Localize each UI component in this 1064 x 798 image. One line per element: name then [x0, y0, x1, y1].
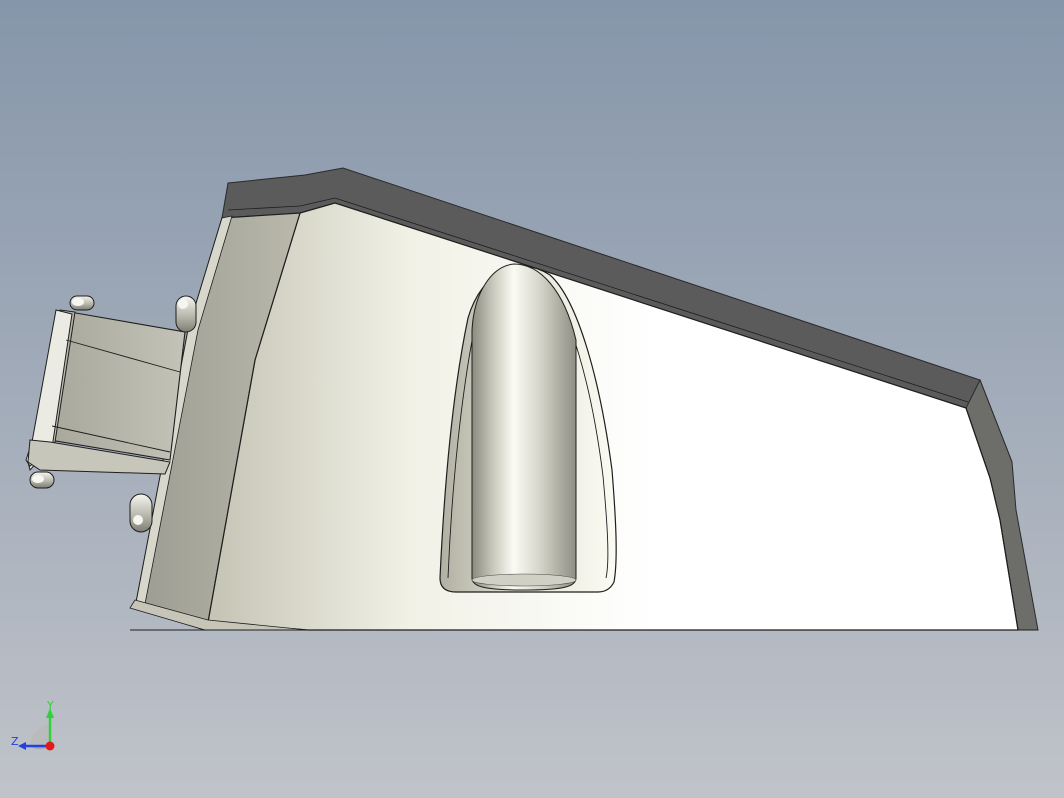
z-axis-arrow	[18, 742, 26, 750]
y-axis-label: Y	[46, 699, 54, 712]
mount-screw-bottom	[129, 493, 153, 533]
cylinder-base	[471, 573, 577, 587]
x-axis-dot	[45, 741, 55, 751]
cad-viewport[interactable]: Y Z	[0, 0, 1064, 798]
cylinder-boss	[471, 263, 577, 591]
z-axis-label: Z	[11, 735, 19, 748]
orientation-triad: Y Z	[11, 699, 55, 751]
connector-pin-bottom	[29, 471, 55, 489]
connector-pin-top	[69, 295, 95, 311]
cad-model-housing[interactable]	[0, 0, 1064, 798]
mount-screw-top	[175, 295, 197, 333]
